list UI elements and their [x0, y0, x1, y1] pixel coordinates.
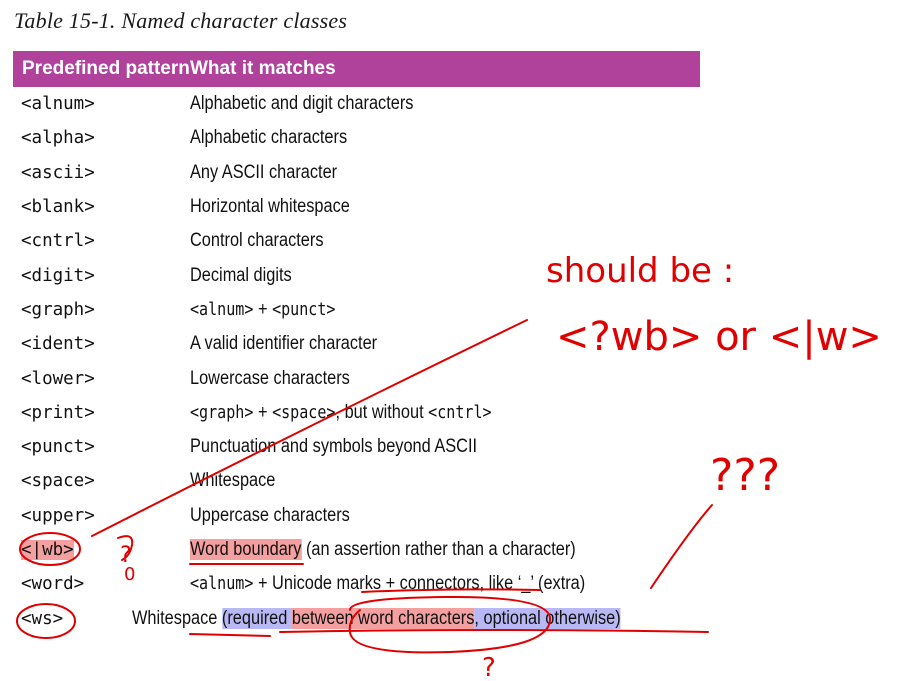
description-cell: A valid identifier character	[190, 333, 378, 355]
pattern-cell: <blank>	[21, 197, 95, 218]
pattern-cell: <space>	[21, 471, 95, 492]
pattern-cell: <graph>	[21, 299, 95, 320]
highlighted-text: optional otherwise)	[478, 607, 621, 629]
table-row: <punct> Punctuation and symbols beyond A…	[13, 430, 700, 464]
pattern-cell: <ascii>	[21, 162, 95, 183]
description-cell: <alnum> + <punct>	[190, 299, 336, 321]
table-row: <print> <graph> + <space>, but without <…	[13, 396, 700, 430]
pattern-cell: <cntrl>	[21, 231, 95, 252]
pattern-cell: <digit>	[21, 265, 95, 286]
highlighted-text: between word characters	[291, 607, 475, 629]
table-caption: Table 15-1. Named character classes	[14, 8, 348, 33]
description-cell: Punctuation and symbols beyond ASCII	[190, 436, 478, 458]
pattern-cell: <word>	[21, 574, 85, 595]
annotation-question-bottom: ?	[482, 653, 496, 681]
annotation-question-marks: ???	[710, 450, 780, 501]
table-row: <word> <alnum> + Unicode marks + connect…	[13, 567, 700, 601]
pattern-cell: <print>	[21, 402, 95, 423]
code-token: <graph>	[190, 402, 254, 423]
pattern-cell: <alnum>	[21, 94, 95, 115]
description-cell: Alphabetic and digit characters	[190, 93, 414, 115]
description-cell: Word boundary (an assertion rather than …	[190, 539, 576, 561]
table-row: <alnum> Alphabetic and digit characters	[13, 87, 700, 121]
table-row: <cntrl> Control characters	[13, 224, 700, 258]
table-row: <alpha> Alphabetic characters	[13, 121, 700, 155]
pattern-cell: <lower>	[21, 368, 95, 389]
description-cell: Decimal digits	[190, 264, 292, 286]
highlighted-text: (required	[221, 607, 292, 629]
pattern-cell: <ident>	[21, 334, 95, 355]
pattern-cell: <upper>	[21, 505, 95, 526]
table-row: <ident> A valid identifier character	[13, 327, 700, 361]
description-text	[217, 608, 222, 629]
header-matches: What it matches	[190, 58, 336, 79]
description-cell: Uppercase characters	[190, 504, 350, 526]
description-cell: Alphabetic characters	[190, 127, 348, 149]
description-cell: <alnum> + Unicode marks + connectors, li…	[190, 573, 585, 595]
table-row: <digit> Decimal digits	[13, 258, 700, 292]
table-row: <lower> Lowercase characters	[13, 361, 700, 395]
code-token: <space>	[272, 402, 336, 423]
description-cell: Horizontal whitespace	[190, 196, 350, 218]
pattern-cell: <ws>	[21, 608, 64, 629]
description-text: (an assertion rather than a character)	[301, 539, 576, 560]
code-token: <alnum>	[190, 299, 254, 320]
description-text: +	[253, 401, 273, 423]
table-row: <graph> <alnum> + <punct>	[13, 293, 700, 327]
table-header: Predefined pattern What it matches	[13, 51, 700, 87]
character-class-table: Predefined pattern What it matches <alnu…	[13, 51, 700, 636]
description-cell: Control characters	[190, 230, 324, 252]
table-row: <upper> Uppercase characters	[13, 499, 700, 533]
description-cell: Lowercase characters	[190, 367, 350, 389]
code-token: <alnum>	[190, 574, 254, 595]
pattern-cell: <alpha>	[21, 128, 95, 149]
table-row: <|wb> Word boundary (an assertion rather…	[13, 533, 700, 567]
header-pattern: Predefined pattern	[22, 58, 190, 79]
highlighted-pattern: <|wb>	[21, 540, 74, 560]
highlighted-text: Word boundary	[190, 539, 302, 560]
table-row: <blank> Horizontal whitespace	[13, 190, 700, 224]
table-row: <ws> Whitespace (required between word c…	[13, 601, 700, 635]
description-text: +	[253, 298, 273, 320]
pattern-cell: <punct>	[21, 437, 95, 458]
code-token: <cntrl>	[428, 402, 492, 423]
description-cell: Any ASCII character	[190, 161, 338, 183]
pattern-cell: <|wb>	[13, 540, 190, 560]
description-cell: <graph> + <space>, but without <cntrl>	[190, 402, 492, 424]
description-cell: Whitespace (required between word charac…	[131, 607, 621, 630]
code-token: <punct>	[272, 299, 336, 320]
description-text: + Unicode marks + connectors, like ‘_’ (…	[253, 573, 586, 595]
table-row: <ascii> Any ASCII character	[13, 156, 700, 190]
description-cell: Whitespace	[190, 470, 276, 492]
description-text: Whitespace	[131, 607, 218, 629]
table-row: <space> Whitespace	[13, 464, 700, 498]
description-text: , but without	[335, 401, 429, 423]
